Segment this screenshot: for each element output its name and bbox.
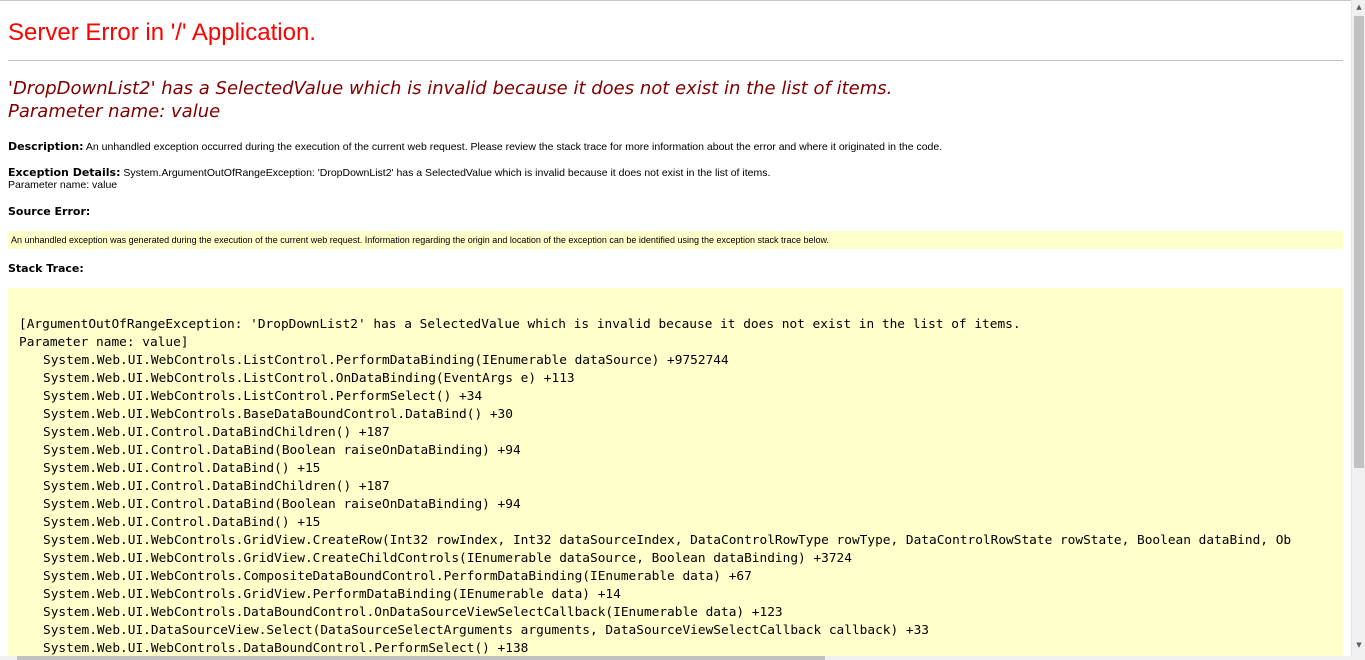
stack-frame: System.Web.UI.WebControls.BaseDataBoundC… (43, 407, 513, 422)
horizontal-scrollbar[interactable] (0, 656, 1351, 660)
exception-details-text: System.ArgumentOutOfRangeException: 'Dro… (123, 167, 771, 179)
error-headline: 'DropDownList2' has a SelectedValue whic… (8, 77, 892, 123)
stack-frame: System.Web.UI.Control.DataBind() +15 (43, 515, 321, 530)
stack-frame: System.Web.UI.WebControls.ListControl.Pe… (43, 389, 483, 404)
error-headline-line-1: 'DropDownList2' has a SelectedValue whic… (8, 78, 893, 99)
source-error-box: An unhandled exception was generated dur… (8, 231, 1343, 249)
source-error-section: Source Error: (8, 206, 90, 218)
exception-details-parameter: Parameter name: value (8, 179, 118, 191)
stack-frame: System.Web.UI.WebControls.DataBoundContr… (43, 605, 783, 620)
source-error-label: Source Error: (8, 205, 91, 218)
vertical-scrollbar[interactable]: ▲ ▼ (1351, 0, 1365, 656)
stack-frame: System.Web.UI.WebControls.ListControl.On… (43, 371, 575, 386)
stack-frame: System.Web.UI.Control.DataBind(Boolean r… (43, 443, 521, 458)
stack-trace-label: Stack Trace: (8, 262, 84, 275)
stack-frame: System.Web.UI.WebControls.CompositeDataB… (43, 569, 752, 584)
stack-frame: System.Web.UI.Control.DataBind(Boolean r… (43, 497, 521, 512)
browser-viewport: Server Error in '/' Application. 'DropDo… (0, 0, 1351, 656)
stack-frame: System.Web.UI.WebControls.ListControl.Pe… (43, 353, 729, 368)
stack-frame: System.Web.UI.WebControls.GridView.Creat… (43, 551, 852, 566)
horizontal-scrollbar-thumb[interactable] (17, 656, 825, 660)
description-text: An unhandled exception occurred during t… (85, 141, 943, 153)
stack-frame: System.Web.UI.Control.DataBindChildren()… (43, 479, 390, 494)
stack-trace-header-line: Parameter name: value] (19, 335, 189, 350)
exception-details-section: Exception Details: System.ArgumentOutOfR… (8, 166, 771, 192)
stack-frame: System.Web.UI.WebControls.DataBoundContr… (43, 641, 529, 656)
stack-frame: System.Web.UI.WebControls.GridView.Creat… (43, 533, 1292, 548)
stack-frame: System.Web.UI.Control.DataBind() +15 (43, 461, 321, 476)
stack-trace-text: [ArgumentOutOfRangeException: 'DropDownL… (19, 316, 1291, 656)
arrow-up-icon[interactable]: ▲ (1352, 0, 1365, 14)
error-headline-line-2: Parameter name: value (8, 101, 221, 122)
description-label: Description: (8, 140, 84, 153)
exception-details-label: Exception Details: (8, 166, 121, 179)
stack-frame: System.Web.UI.WebControls.GridView.Perfo… (43, 587, 621, 602)
stack-frame: System.Web.UI.Control.DataBindChildren()… (43, 425, 390, 440)
scrollbar-corner (1351, 656, 1365, 660)
page-title: Server Error in '/' Application. (8, 19, 316, 46)
vertical-scrollbar-thumb[interactable] (1354, 16, 1364, 468)
stack-trace-header-line: [ArgumentOutOfRangeException: 'DropDownL… (19, 317, 1021, 332)
description-section: Description: An unhandled exception occu… (8, 140, 943, 154)
stack-trace-section: Stack Trace: (8, 263, 84, 275)
stack-frame: System.Web.UI.DataSourceView.Select(Data… (43, 623, 930, 638)
arrow-down-icon[interactable]: ▼ (1352, 638, 1365, 652)
stack-trace-box: [ArgumentOutOfRangeException: 'DropDownL… (8, 288, 1343, 656)
title-divider (8, 60, 1343, 61)
